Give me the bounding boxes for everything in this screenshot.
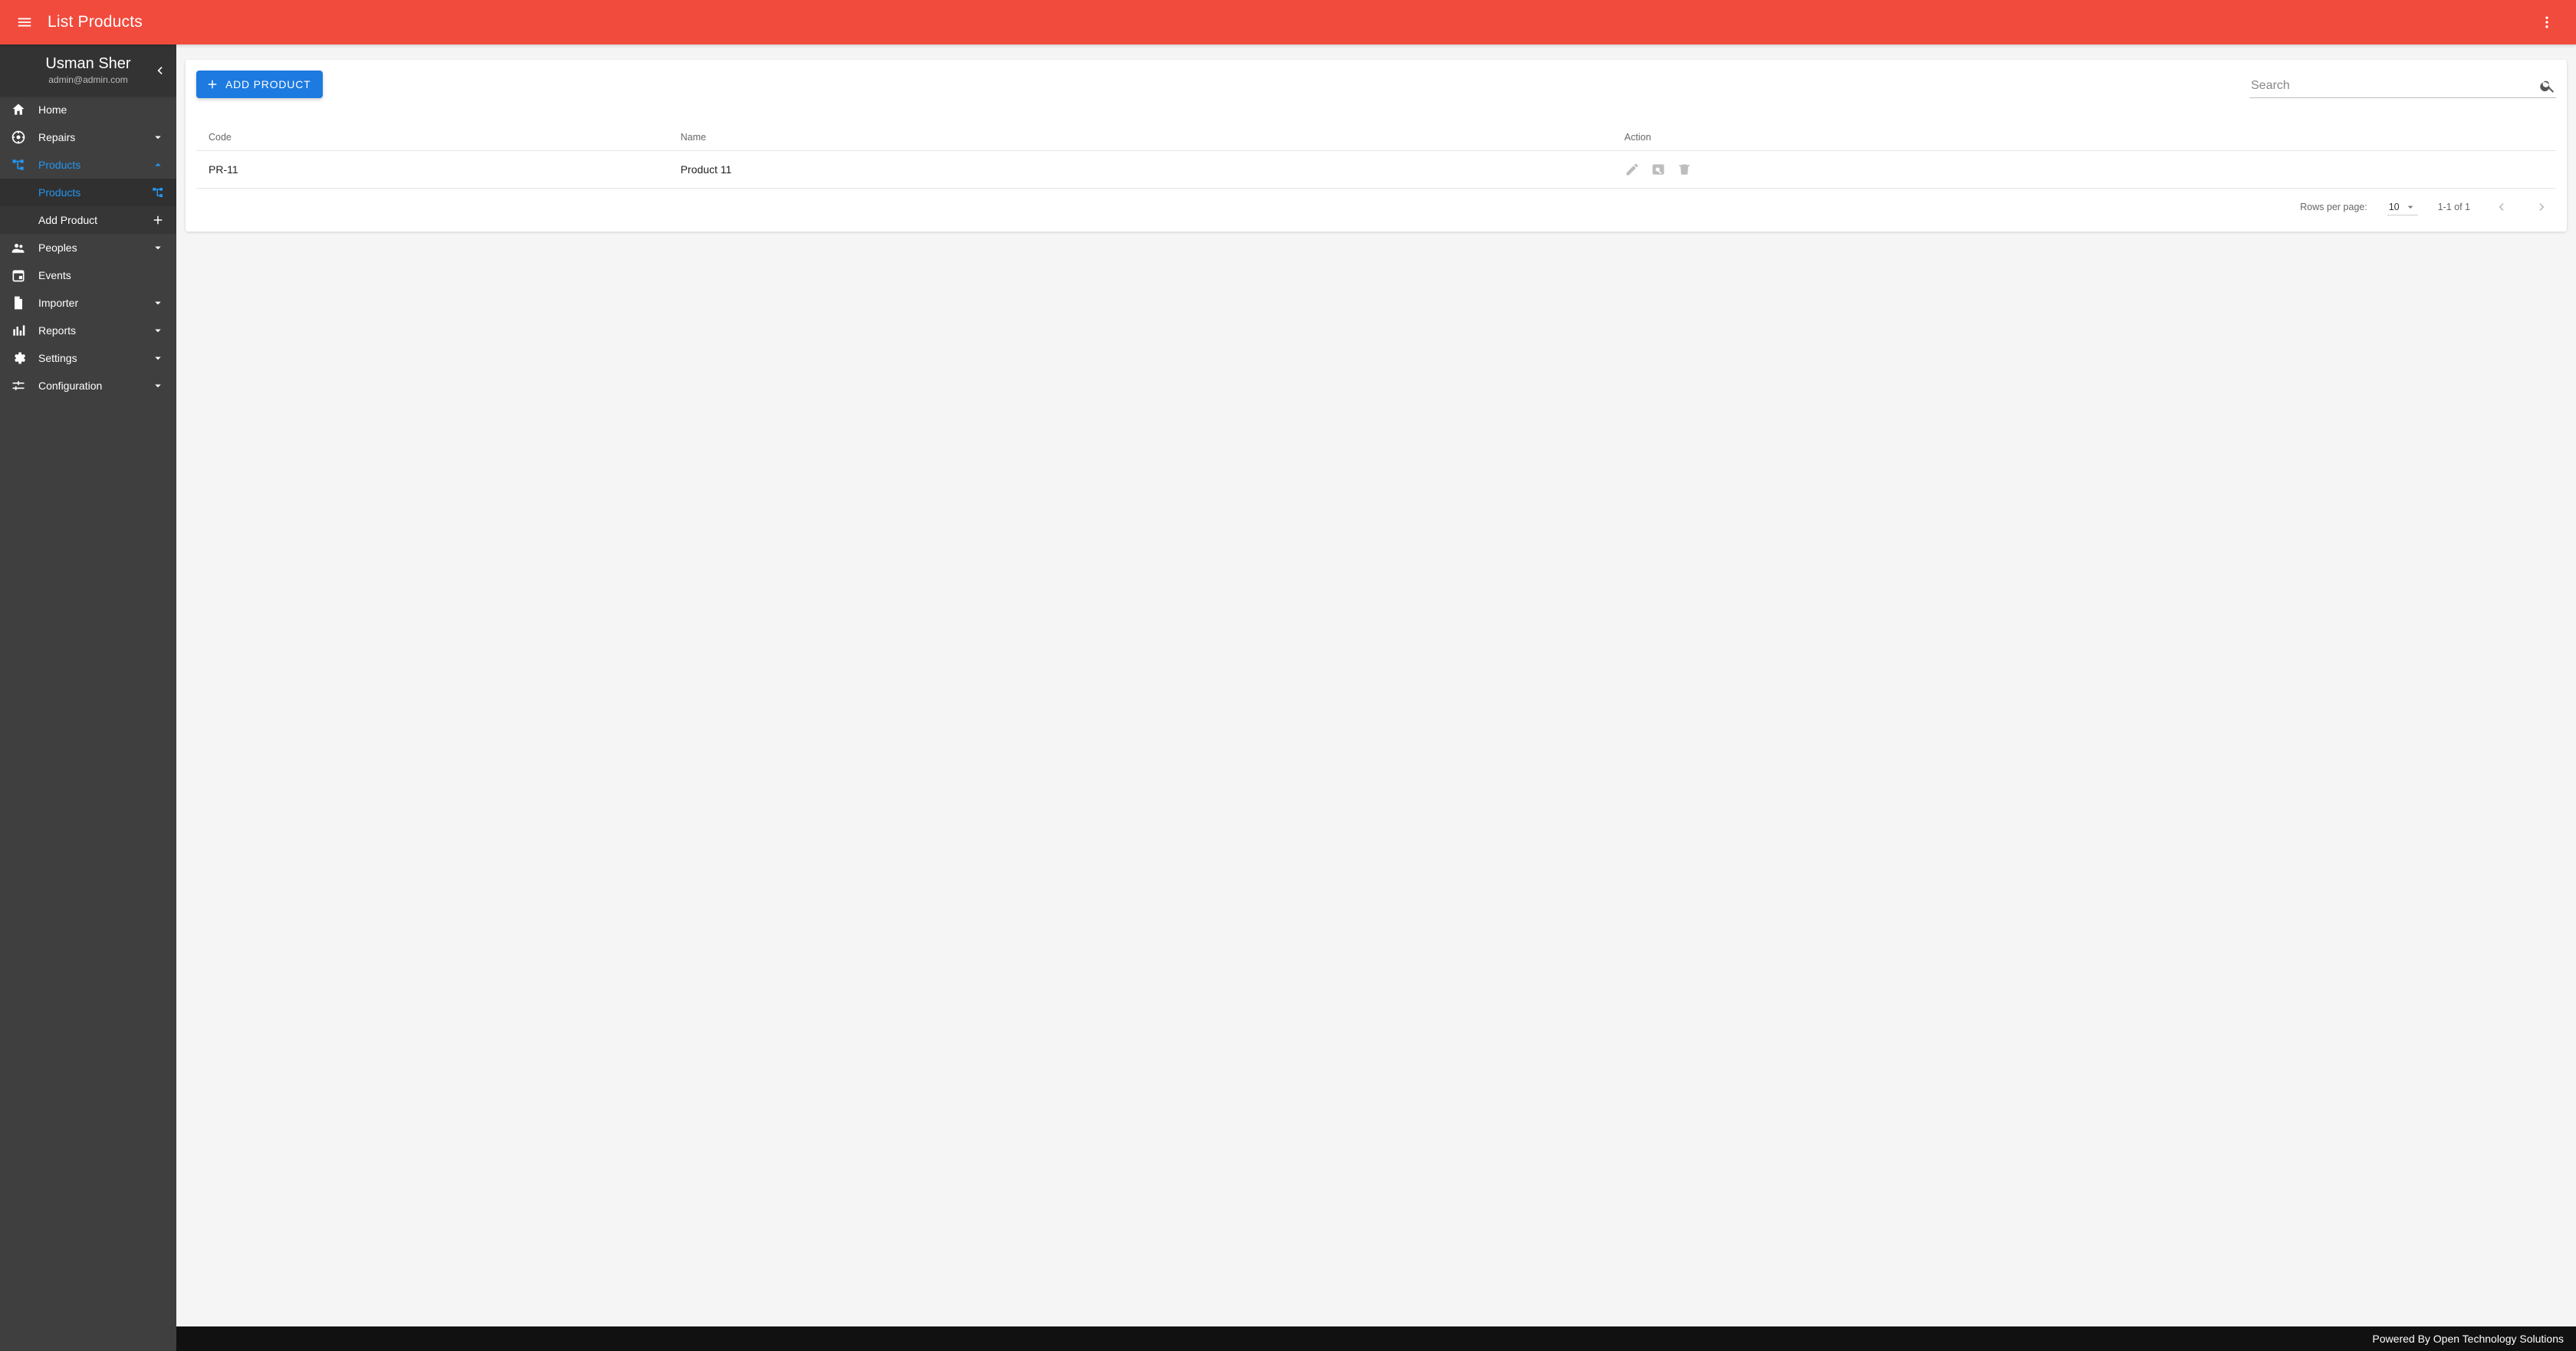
chevron-down-icon <box>151 324 165 337</box>
pageview-icon <box>1651 162 1666 177</box>
chevron-up-icon <box>151 158 165 172</box>
sidebar-item-label: Importer <box>38 297 150 309</box>
sidebar-item-settings[interactable]: Settings <box>0 344 176 372</box>
tune-icon <box>11 378 26 393</box>
sidebar-item-repairs[interactable]: Repairs <box>0 123 176 151</box>
pagination-range: 1-1 of 1 <box>2438 202 2470 212</box>
sidebar-item-label: Products <box>38 186 150 199</box>
sidebar-item-label: Events <box>38 269 166 281</box>
pagination: Rows per page: 10 1-1 of 1 <box>196 189 2556 225</box>
col-code: Code <box>196 124 669 151</box>
page-title: List Products <box>48 13 143 31</box>
nav-list: Home Repairs Products Products Add Produ… <box>0 96 176 399</box>
sidebar-item-label: Home <box>38 104 166 116</box>
tree-icon <box>151 186 165 199</box>
col-action: Action <box>1612 124 2556 151</box>
file-icon <box>11 295 26 311</box>
add-button-label: ADD PRODUCT <box>225 78 310 90</box>
prev-page-button[interactable] <box>2490 196 2512 218</box>
sidebar-item-label: Settings <box>38 352 150 364</box>
cell-name: Product 11 <box>669 151 1612 189</box>
footer-text: Powered By Open Technology Solutions <box>2372 1333 2564 1345</box>
cell-code: PR-11 <box>196 151 669 189</box>
plus-icon <box>151 213 165 227</box>
view-button[interactable] <box>1651 162 1666 177</box>
products-table: Code Name Action PR-11 Product 11 <box>196 124 2556 189</box>
main-content: ADD PRODUCT Code Name Action PR-11 <box>176 44 2576 1326</box>
chevron-down-icon <box>151 351 165 365</box>
search-field[interactable] <box>2249 77 2556 98</box>
trash-icon <box>1677 162 1692 177</box>
next-page-button[interactable] <box>2532 196 2553 218</box>
sidebar-subitem-add-product[interactable]: Add Product <box>0 206 176 234</box>
group-icon <box>11 240 26 255</box>
cell-actions <box>1612 151 2556 189</box>
sidebar-item-peoples[interactable]: Peoples <box>0 234 176 261</box>
chevron-down-icon <box>151 379 165 393</box>
sidebar-subitem-products[interactable]: Products <box>0 179 176 206</box>
search-input[interactable] <box>2249 78 2539 94</box>
sidebar-item-label: Repairs <box>38 131 150 143</box>
sidebar-item-label: Reports <box>38 324 150 337</box>
sidebar: Usman Sher admin@admin.com Home Repairs … <box>0 44 176 1351</box>
table-header-row: Code Name Action <box>196 124 2556 151</box>
chart-icon <box>11 323 26 338</box>
sidebar-item-events[interactable]: Events <box>0 261 176 289</box>
sidebar-item-products[interactable]: Products <box>0 151 176 179</box>
sidebar-item-label: Add Product <box>38 214 150 226</box>
col-name: Name <box>669 124 1612 151</box>
tree-icon <box>11 157 26 173</box>
sidebar-item-home[interactable]: Home <box>0 96 176 123</box>
sidebar-item-importer[interactable]: Importer <box>0 289 176 317</box>
profile-block: Usman Sher admin@admin.com <box>0 44 176 96</box>
more-vert-icon <box>2539 15 2555 30</box>
sidebar-collapse-button[interactable] <box>149 60 170 81</box>
chevron-down-icon <box>151 130 165 144</box>
user-email: admin@admin.com <box>29 74 147 85</box>
event-icon <box>11 268 26 283</box>
menu-icon <box>16 14 33 31</box>
user-name: Usman Sher <box>29 55 147 73</box>
products-card: ADD PRODUCT Code Name Action PR-11 <box>186 60 2567 232</box>
card-header: ADD PRODUCT <box>196 71 2556 98</box>
rows-per-page-label: Rows per page: <box>2300 202 2367 212</box>
rows-per-page-select[interactable]: 10 <box>2387 199 2418 215</box>
rows-per-page-value: 10 <box>2389 202 2400 212</box>
footer: Powered By Open Technology Solutions <box>176 1326 2576 1351</box>
sidebar-item-label: Peoples <box>38 242 150 254</box>
dropdown-icon <box>2404 201 2417 213</box>
chevron-down-icon <box>151 241 165 255</box>
sidebar-item-reports[interactable]: Reports <box>0 317 176 344</box>
chevron-left-icon <box>152 63 167 78</box>
menu-toggle-button[interactable] <box>9 7 40 38</box>
add-product-button[interactable]: ADD PRODUCT <box>196 71 323 98</box>
app-bar: List Products <box>0 0 2576 44</box>
pencil-icon <box>1625 162 1640 177</box>
delete-button[interactable] <box>1677 162 1692 177</box>
chevron-right-icon <box>2535 199 2550 215</box>
gear-icon <box>11 350 26 366</box>
chevron-left-icon <box>2493 199 2509 215</box>
support-icon <box>11 130 26 145</box>
plus-icon <box>205 77 219 91</box>
table-row: PR-11 Product 11 <box>196 151 2556 189</box>
sidebar-item-label: Configuration <box>38 380 150 392</box>
sidebar-item-label: Products <box>38 159 150 171</box>
sidebar-item-configuration[interactable]: Configuration <box>0 372 176 399</box>
overflow-menu-button[interactable] <box>2532 7 2562 38</box>
edit-button[interactable] <box>1625 162 1640 177</box>
search-icon <box>2539 77 2556 94</box>
home-icon <box>11 102 26 117</box>
chevron-down-icon <box>151 296 165 310</box>
